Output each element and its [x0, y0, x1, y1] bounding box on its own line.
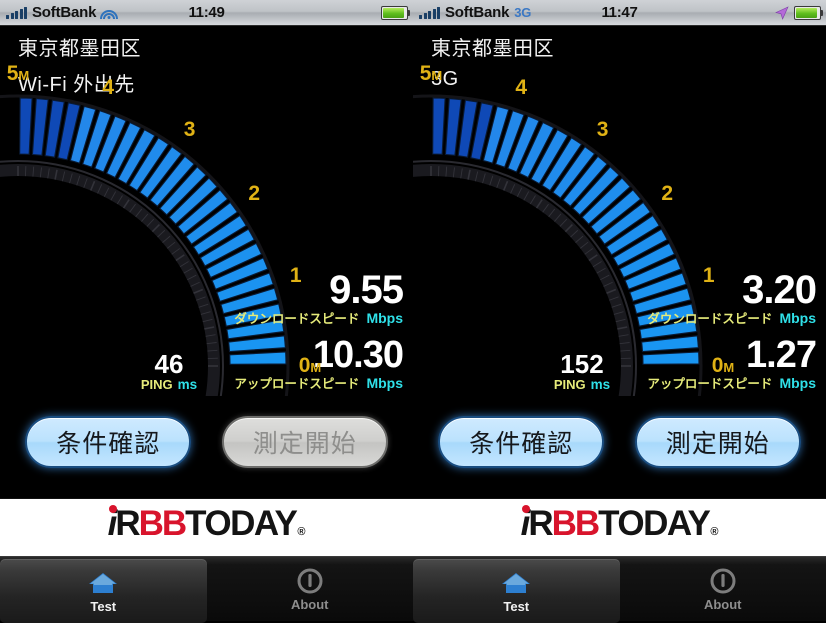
logo-i: i	[108, 506, 116, 541]
rbbtoday-logo: iRBBTODAY®	[108, 506, 306, 550]
tab-about-label: About	[291, 597, 329, 612]
logo-strip: iRBBTODAY® iRBBTODAY®	[0, 498, 826, 557]
download-label: ダウンロードスピード	[647, 308, 772, 327]
gauge-scale-label: 0M	[712, 354, 735, 378]
logo-registered-mark: ®	[710, 515, 718, 550]
logo-today: TODAY	[185, 506, 296, 541]
logo-left: iRBBTODAY®	[0, 499, 413, 557]
status-bar-right: SoftBank 3G 11:47	[413, 0, 826, 26]
gauge-area-right: 東京都墨田区 3G 3.20 ダウンロードスピード Mbps 1.27 アップロ…	[413, 26, 826, 396]
battery-icon	[794, 6, 821, 20]
download-unit: Mbps	[779, 310, 816, 326]
gauge-scale-label: 5M	[7, 62, 30, 86]
ping-unit: ms	[591, 377, 611, 392]
ping-unit: ms	[178, 377, 198, 392]
gauge-scale-label: 1	[290, 264, 302, 288]
start-test-button[interactable]: 測定開始	[222, 416, 388, 468]
download-label: ダウンロードスピード	[234, 308, 359, 327]
panel-right: SoftBank 3G 11:47	[413, 0, 826, 556]
check-conditions-button[interactable]: 条件確認	[25, 416, 191, 468]
upload-label: アップロードスピード	[647, 373, 772, 392]
connection-mode-left: Wi-Fi 外出先	[18, 68, 135, 97]
button-row-right: 条件確認 測定開始	[413, 396, 826, 488]
home-icon	[88, 569, 118, 597]
button-row-left: 条件確認 測定開始	[0, 396, 413, 488]
gauge-area-left: 東京都墨田区 Wi-Fi 外出先 9.55 ダウンロードスピード Mbps 10…	[0, 26, 413, 396]
info-icon	[710, 567, 736, 595]
rbbtoday-logo: iRBBTODAY®	[521, 506, 719, 550]
tab-about[interactable]: About	[620, 557, 826, 621]
upload-label: アップロードスピード	[234, 373, 359, 392]
info-icon	[297, 567, 323, 595]
tab-test-label: Test	[90, 599, 116, 614]
status-right-group	[775, 0, 821, 25]
ping-value: 46	[123, 350, 215, 378]
gauge-scale-label: 0M	[299, 354, 322, 378]
tab-test[interactable]: Test	[413, 559, 620, 623]
status-bar-left: SoftBank 11:49	[0, 0, 413, 26]
ping-label: PING	[554, 377, 586, 392]
upload-unit: Mbps	[779, 375, 816, 391]
logo-i: i	[521, 506, 529, 541]
panel-left: SoftBank 11:49	[0, 0, 413, 556]
battery-icon	[381, 6, 408, 20]
logo-r: R	[115, 506, 138, 541]
ping-box-left: 46 PING ms	[123, 350, 215, 392]
tab-about-label: About	[704, 597, 742, 612]
tab-test[interactable]: Test	[0, 559, 207, 623]
location-label-right: 東京都墨田区	[431, 32, 554, 61]
tab-test-label: Test	[503, 599, 529, 614]
ping-box-right: 152 PING ms	[536, 350, 628, 392]
gauge-scale-label: 4	[102, 76, 114, 100]
status-clock: 11:47	[413, 4, 826, 21]
download-row-left: 9.55 ダウンロードスピード Mbps	[123, 268, 403, 327]
home-icon	[501, 569, 531, 597]
tab-bar-left: Test About	[0, 557, 413, 621]
dual-panel-container: SoftBank 11:49	[0, 0, 826, 556]
status-right-group	[381, 0, 408, 25]
readouts-right: 3.20 ダウンロードスピード Mbps 1.27 アップロードスピード Mbp…	[536, 268, 816, 392]
check-conditions-button[interactable]: 条件確認	[438, 416, 604, 468]
gauge-scale-label: 1	[703, 264, 715, 288]
ping-label: PING	[141, 377, 173, 392]
gauge-scale-label: 3	[184, 118, 196, 142]
tab-about[interactable]: About	[207, 557, 414, 621]
logo-registered-mark: ®	[297, 515, 305, 550]
logo-bb: BB	[139, 506, 186, 541]
gauge-scale-label: 5M	[420, 62, 443, 86]
gauge-scale-label: 3	[597, 118, 609, 142]
tab-bar: Test About Test About	[0, 556, 826, 621]
readouts-left: 9.55 ダウンロードスピード Mbps 10.30 アップロードスピード Mb…	[123, 268, 403, 392]
app-screen: SoftBank 11:49	[0, 0, 826, 620]
location-arrow-icon	[775, 6, 789, 20]
ping-value: 152	[536, 350, 628, 378]
download-row-right: 3.20 ダウンロードスピード Mbps	[536, 268, 816, 327]
tab-bar-right: Test About	[413, 557, 826, 621]
gauge-scale-label: 2	[248, 182, 260, 206]
download-value: 3.20	[536, 268, 816, 312]
upload-unit: Mbps	[366, 375, 403, 391]
status-clock: 11:49	[0, 4, 413, 21]
gauge-scale-label: 2	[661, 182, 673, 206]
logo-bb: BB	[552, 506, 599, 541]
logo-r: R	[528, 506, 551, 541]
logo-today: TODAY	[598, 506, 709, 541]
download-unit: Mbps	[366, 310, 403, 326]
location-label-left: 東京都墨田区	[18, 32, 141, 61]
gauge-scale-label: 4	[515, 76, 527, 100]
start-test-button[interactable]: 測定開始	[635, 416, 801, 468]
download-value: 9.55	[123, 268, 403, 312]
logo-right: iRBBTODAY®	[413, 499, 826, 557]
